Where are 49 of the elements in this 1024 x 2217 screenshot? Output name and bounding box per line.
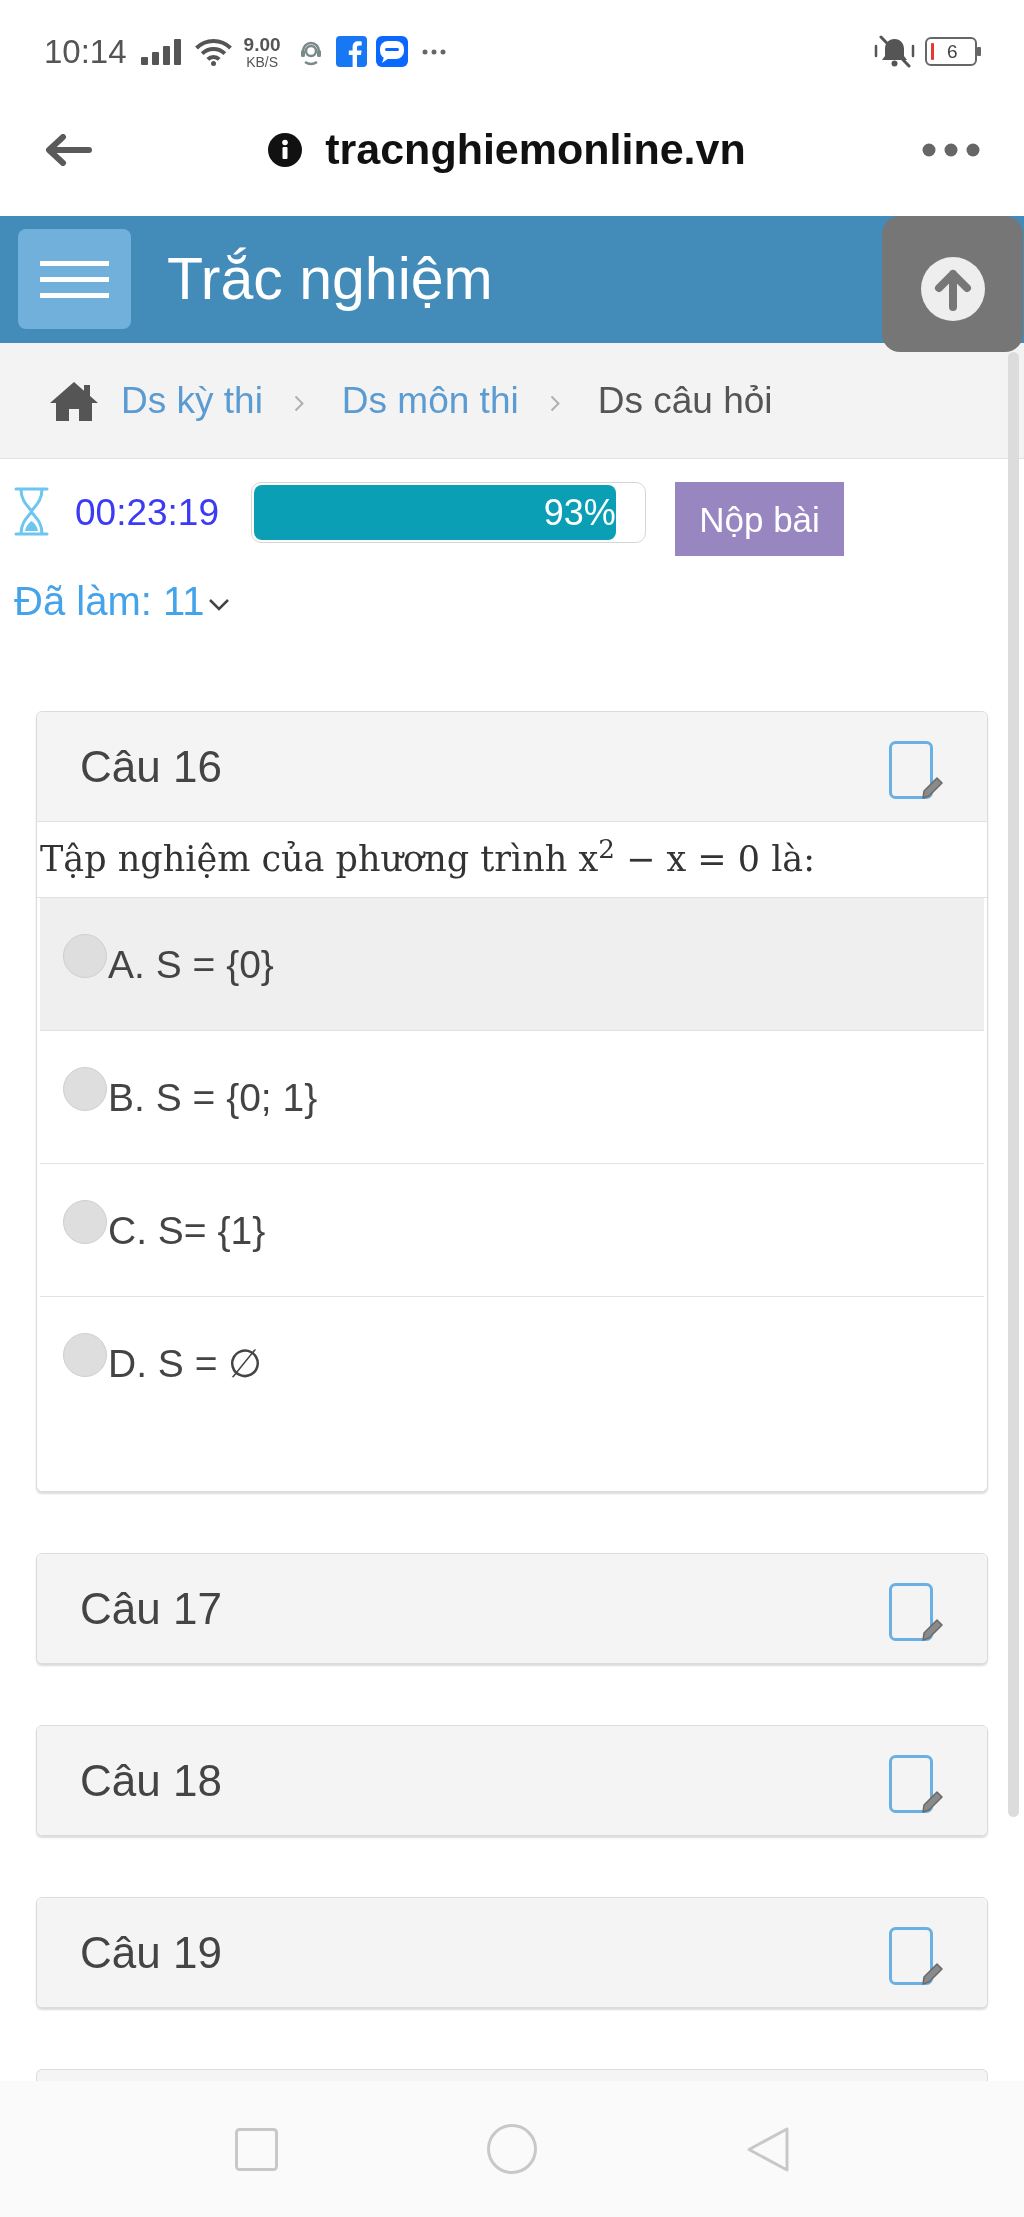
edit-note-icon[interactable]: [889, 1583, 943, 1642]
more-notifications-icon: [421, 48, 446, 55]
hourglass-icon: [14, 487, 49, 537]
question-title: Câu 18: [80, 1758, 222, 1803]
countdown-timer: 00:23:19: [75, 494, 220, 532]
option-label: B. S = {0; 1}: [108, 1075, 318, 1121]
info-icon[interactable]: [268, 132, 303, 167]
edit-note-icon[interactable]: [889, 1927, 943, 1986]
radio-button[interactable]: [63, 1333, 107, 1377]
answer-option[interactable]: A. S = {0}: [40, 898, 984, 1031]
option-label: A. S = {0}: [108, 942, 274, 988]
question-title: Câu 16: [80, 744, 222, 789]
scrollbar-thumb[interactable]: [1008, 352, 1019, 1817]
url-text[interactable]: tracnghiemonline.vn: [325, 128, 746, 172]
more-options-icon[interactable]: [922, 142, 980, 157]
option-label: C. S= {1}: [108, 1208, 266, 1254]
chat-app-icon: [375, 36, 408, 68]
question-title: Câu 19: [80, 1930, 222, 1975]
question-header[interactable]: Câu 19: [37, 1898, 987, 2007]
signal-icon: [140, 38, 182, 65]
battery-icon: [925, 37, 982, 67]
question-title: Câu 17: [80, 1586, 222, 1631]
network-speed: 9.00: [243, 34, 281, 54]
chevron-right-icon: [293, 395, 304, 413]
edit-note-icon[interactable]: [889, 1755, 943, 1814]
battery-level-text: 6: [947, 41, 958, 63]
edit-note-icon[interactable]: [889, 741, 943, 800]
chevron-right-icon: [549, 395, 560, 413]
muted-bell-icon: [873, 35, 916, 69]
progress-percent: 93%: [543, 494, 616, 531]
question-header[interactable]: Câu 18: [37, 1726, 987, 1835]
network-speed-unit: KB/S: [246, 54, 279, 69]
breadcrumb-current: Ds câu hỏi: [597, 382, 773, 420]
back-arrow-icon[interactable]: [44, 133, 92, 166]
app-title: Trắc nghiệm: [167, 249, 493, 309]
facebook-icon: [335, 36, 367, 68]
radio-button[interactable]: [63, 1200, 107, 1244]
radio-button[interactable]: [63, 1067, 107, 1111]
question-header[interactable]: Câu 16: [37, 712, 987, 822]
radio-button[interactable]: [63, 934, 107, 978]
scroll-to-top-button[interactable]: [882, 216, 1023, 352]
home-icon[interactable]: [49, 380, 99, 421]
option-label: D. S = ∅: [108, 1341, 263, 1387]
arrow-up-circle-icon: [920, 257, 985, 321]
wifi-icon: [193, 37, 233, 67]
question-header[interactable]: Câu 17: [37, 1554, 987, 1663]
menu-icon: [40, 260, 109, 298]
status-time: 10:14: [44, 35, 127, 69]
menu-button[interactable]: [18, 229, 131, 330]
